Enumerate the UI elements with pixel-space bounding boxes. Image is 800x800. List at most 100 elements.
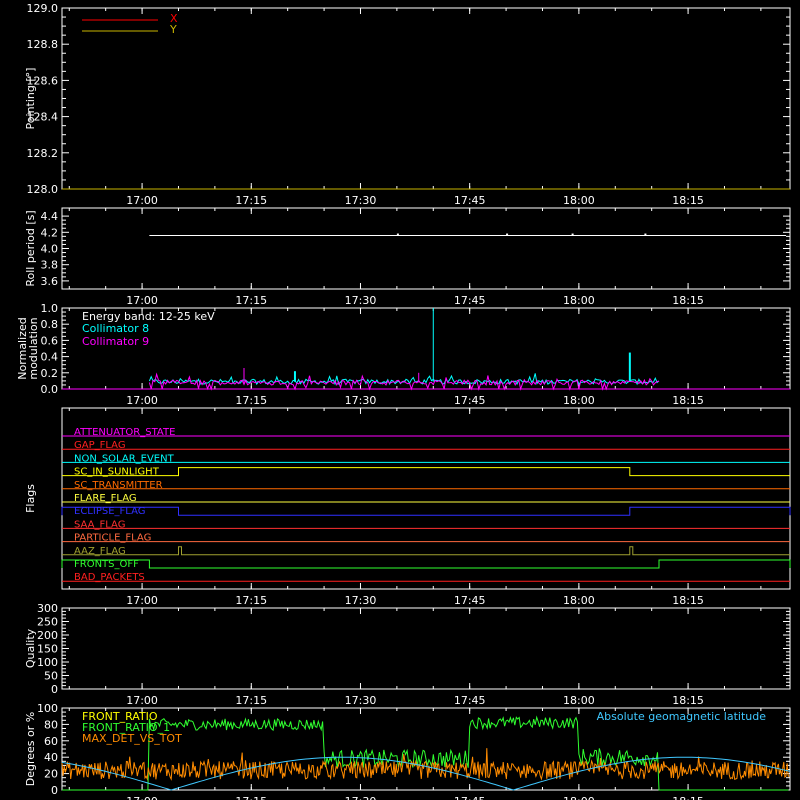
max-det-vs-tot-line — [61, 748, 790, 781]
legend-label: Collimator 9 — [82, 335, 149, 348]
y-tick-label: 0.4 — [41, 351, 59, 364]
x-tick-label: 17:30 — [345, 795, 377, 800]
x-tick-label: 17:00 — [126, 694, 158, 707]
y-tick-label: 20 — [44, 768, 58, 781]
flag-label: BAD_PACKETS — [74, 572, 145, 583]
x-tick-label: 17:00 — [126, 194, 158, 207]
flag-line-fronts-off — [61, 559, 791, 569]
x-tick-label: 17:45 — [454, 194, 486, 207]
y-axis-label: Roll period [s] — [24, 210, 37, 286]
x-tick-label: 18:15 — [672, 194, 704, 207]
flag-label: AAZ_FLAG — [74, 546, 126, 557]
y-tick-label: 0.2 — [41, 367, 59, 380]
x-tick-label: 17:00 — [126, 594, 158, 607]
flag-line-eclipse-flag — [61, 506, 791, 516]
x-tick-label: 18:00 — [563, 294, 595, 307]
y-tick-label: 129.0 — [27, 2, 59, 15]
y-tick-label: 128.2 — [27, 147, 59, 160]
y-tick-label: 3.8 — [41, 259, 59, 272]
y-tick-label: 0.0 — [41, 383, 59, 396]
geomagnetic-latitude-legend: Absolute geomagnetic latitude — [597, 710, 767, 723]
y-tick-label: 4.2 — [41, 226, 59, 239]
x-tick-label: 17:15 — [235, 394, 267, 407]
flag-label: FRONTS_OFF — [74, 559, 139, 570]
y-tick-label: 4.4 — [41, 210, 59, 223]
flag-label: PARTICLE_FLAG — [74, 533, 151, 544]
x-tick-label: 17:30 — [345, 594, 377, 607]
x-tick-label: 17:45 — [454, 394, 486, 407]
flag-label: ECLIPSE_FLAG — [74, 506, 145, 517]
y-tick-label: 250 — [37, 616, 58, 629]
x-tick-label: 17:00 — [126, 795, 158, 800]
x-tick-label: 17:15 — [235, 795, 267, 800]
y-axis-label: Quality — [24, 628, 37, 668]
x-tick-label: 17:15 — [235, 194, 267, 207]
x-tick-label: 18:00 — [563, 594, 595, 607]
y-tick-label: 0 — [51, 784, 58, 797]
x-tick-label: 17:00 — [126, 394, 158, 407]
x-tick-label: 18:00 — [563, 194, 595, 207]
y-tick-label: 0 — [51, 683, 58, 696]
roll-period-point — [644, 233, 647, 236]
x-tick-label: 17:30 — [345, 194, 377, 207]
x-tick-label: 17:45 — [454, 795, 486, 800]
y-axis-label: Flags — [24, 484, 37, 513]
x-tick-label: 18:15 — [672, 795, 704, 800]
x-tick-label: 17:00 — [126, 294, 158, 307]
y-tick-label: 200 — [37, 629, 58, 642]
x-tick-label: 17:15 — [235, 594, 267, 607]
y-tick-label: 60 — [44, 735, 58, 748]
y-tick-label: 300 — [37, 602, 58, 615]
y-tick-label: 0.6 — [41, 334, 59, 347]
y-tick-label: 128.6 — [27, 74, 59, 87]
flag-label: FLARE_FLAG — [74, 493, 137, 504]
energy-band-label: Energy band: 12-25 keV — [82, 310, 215, 323]
legend-label: Collimator 8 — [82, 322, 149, 335]
x-tick-label: 17:30 — [345, 394, 377, 407]
y-tick-label: 0.8 — [41, 318, 59, 331]
flag-label: SC_IN_SUNLIGHT — [74, 467, 160, 478]
x-tick-label: 18:00 — [563, 694, 595, 707]
flag-line-sc-in-sunlight — [62, 467, 790, 477]
flag-line-aaz-flag — [62, 546, 790, 556]
flag-label: NON_SOLAR_EVENT — [74, 453, 175, 464]
roll-period-point — [571, 233, 574, 236]
y-axis-label: modulation — [27, 317, 40, 379]
flag-label: ATTENUATOR_STATE — [74, 427, 175, 438]
y-tick-label: 4.0 — [41, 243, 59, 256]
flag-label: GAP_FLAG — [74, 440, 126, 451]
y-tick-label: 40 — [44, 751, 58, 764]
x-tick-label: 18:15 — [672, 594, 704, 607]
y-tick-label: 50 — [44, 670, 58, 683]
y-tick-label: 128.8 — [27, 38, 59, 51]
y-tick-label: 100 — [37, 656, 58, 669]
hessi-quicklook-chart: 17:00 17:15 17:30 17:45 18:00 18:15Pointing [… — [16, 2, 791, 800]
y-tick-label: 100 — [37, 702, 58, 715]
x-tick-label: 17:45 — [454, 294, 486, 307]
roll-period-point — [396, 233, 399, 236]
x-tick-label: 17:15 — [235, 694, 267, 707]
x-tick-label: 18:15 — [672, 394, 704, 407]
x-tick-label: 18:15 — [672, 694, 704, 707]
x-tick-label: 18:15 — [672, 294, 704, 307]
y-tick-label: 128.4 — [27, 111, 59, 124]
y-axis-label: Degrees or % — [24, 712, 37, 786]
y-tick-label: 150 — [37, 643, 58, 656]
y-tick-label: 3.6 — [41, 275, 59, 288]
y-tick-label: 128.0 — [27, 183, 59, 196]
modulation-series-8 — [148, 373, 660, 386]
legend-label: MAX_DET_VS_TOT — [82, 732, 182, 745]
y-tick-label: 1.0 — [41, 302, 59, 315]
roll-period-point — [506, 233, 509, 236]
panel-frame-4 — [61, 607, 791, 690]
x-tick-label: 17:45 — [454, 594, 486, 607]
legend-label: Y — [169, 23, 177, 36]
panel-frame-1 — [61, 207, 791, 290]
x-tick-label: 17:30 — [345, 694, 377, 707]
x-tick-label: 17:45 — [454, 694, 486, 707]
x-tick-label: 17:30 — [345, 294, 377, 307]
x-tick-label: 18:00 — [563, 795, 595, 800]
flag-label: SC_TRANSMITTER — [74, 480, 163, 491]
flag-label: SAA_FLAG — [74, 519, 125, 530]
x-tick-label: 17:15 — [235, 294, 267, 307]
